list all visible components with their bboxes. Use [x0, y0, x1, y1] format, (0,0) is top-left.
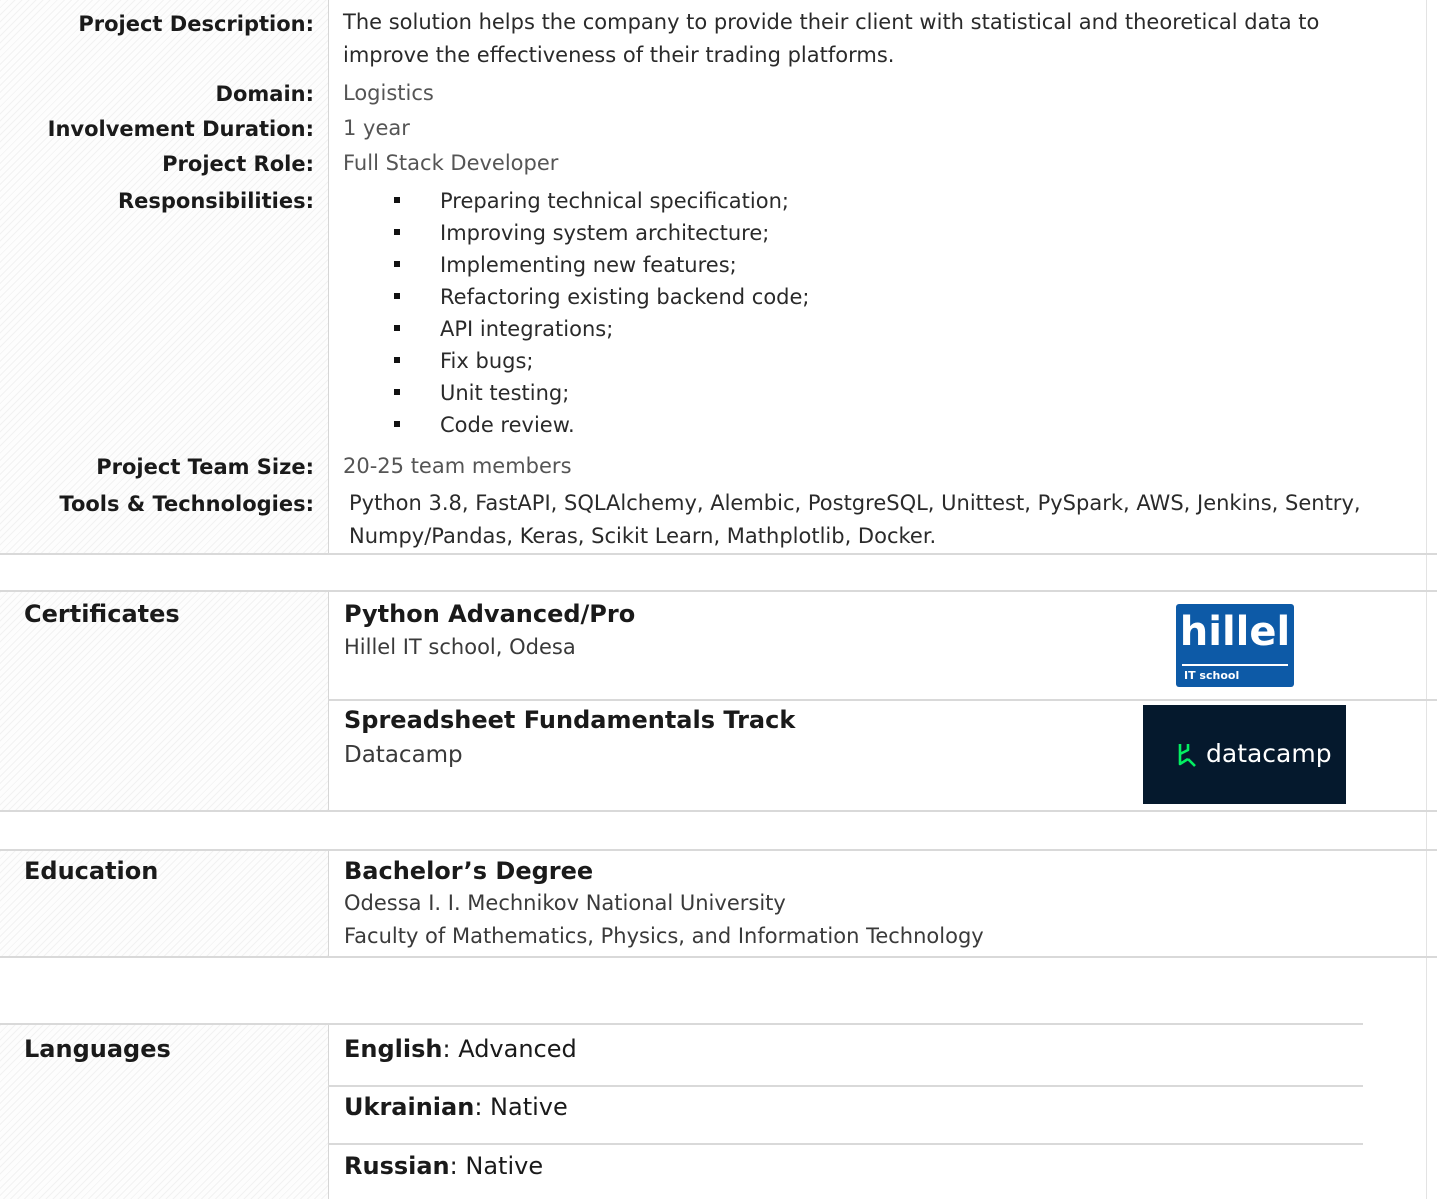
language-separator: [328, 1085, 1363, 1087]
language-item: English: Advanced: [344, 1033, 577, 1065]
language-name: Russian: [344, 1152, 450, 1180]
certificate-separator: [328, 699, 1437, 701]
language-level: : Native: [474, 1093, 568, 1121]
project-description-label: Project Description:: [78, 12, 314, 36]
degree-title: Bachelor’s Degree: [344, 857, 594, 885]
list-item: Fix bugs;: [394, 345, 810, 377]
hillel-logo: hillel IT school: [1176, 604, 1294, 687]
involvement-duration-value: 1 year: [343, 116, 410, 140]
project-role-value: Full Stack Developer: [343, 151, 559, 175]
education-title: Education: [24, 857, 159, 885]
tools-technologies-value: Python 3.8, FastAPI, SQLAlchemy, Alembic…: [349, 491, 1361, 548]
project-role-label: Project Role:: [162, 152, 314, 176]
language-level: : Advanced: [442, 1035, 577, 1063]
list-item: Refactoring existing backend code;: [394, 281, 810, 313]
datacamp-logo: datacamp: [1143, 705, 1346, 804]
language-level: : Native: [449, 1152, 544, 1180]
certificate-name: Spreadsheet Fundamentals Track: [344, 706, 796, 734]
bullet-icon: [394, 293, 400, 299]
bullet-icon: [394, 197, 400, 203]
bullet-icon: [394, 229, 400, 235]
certificate-name: Python Advanced/Pro: [344, 600, 636, 628]
certificate-item: Spreadsheet Fundamentals Track Datacamp: [344, 704, 795, 774]
project-team-size-value: 20-25 team members: [343, 454, 572, 478]
certificates-title: Certificates: [24, 600, 180, 628]
language-name: Ukrainian: [344, 1093, 475, 1121]
domain-value: Logistics: [343, 81, 434, 105]
list-item: Preparing technical specification;: [394, 185, 810, 217]
language-separator: [328, 1143, 1363, 1145]
project-description-value: The solution helps the company to provid…: [343, 10, 1320, 67]
hillel-logo-rule: [1182, 664, 1288, 666]
list-item: Improving system architecture;: [394, 217, 810, 249]
project-divider: [328, 0, 329, 553]
language-item: Russian: Native: [344, 1150, 543, 1182]
tools-technologies-label: Tools & Technologies:: [59, 492, 314, 516]
certificates-divider: [328, 592, 329, 811]
involvement-duration-label: Involvement Duration:: [47, 117, 314, 141]
certificate-issuer: Hillel IT school, Odesa: [344, 635, 576, 659]
education-entry: Bachelor’s Degree Odessa I. I. Mechnikov…: [344, 855, 984, 953]
list-item: Code review.: [394, 409, 810, 441]
language-item: Ukrainian: Native: [344, 1091, 568, 1123]
university-name: Odessa I. I. Mechnikov National Universi…: [344, 891, 786, 915]
certificates-bottom-rule: [0, 810, 1437, 812]
faculty-name: Faculty of Mathematics, Physics, and Inf…: [344, 924, 984, 948]
responsibilities-label: Responsibilities:: [117, 189, 314, 213]
datacamp-logo-text: datacamp: [1206, 739, 1332, 768]
languages-divider: [328, 1025, 329, 1199]
project-bottom-rule: [0, 553, 1437, 555]
bullet-icon: [394, 261, 400, 267]
hillel-logo-text: hillel: [1179, 609, 1291, 655]
datacamp-mark-icon: [1178, 744, 1196, 767]
certificate-issuer: Datacamp: [344, 742, 463, 768]
bullet-icon: [394, 421, 400, 427]
right-border: [1426, 0, 1427, 1199]
list-item: Unit testing;: [394, 377, 810, 409]
bullet-icon: [394, 325, 400, 331]
domain-label: Domain:: [215, 82, 314, 106]
education-divider: [328, 851, 329, 957]
bullet-icon: [394, 389, 400, 395]
education-bottom-rule: [0, 956, 1437, 958]
hillel-logo-subtext: IT school: [1184, 669, 1240, 682]
certificate-item: Python Advanced/Pro Hillel IT school, Od…: [344, 598, 635, 664]
list-item: Implementing new features;: [394, 249, 810, 281]
languages-title: Languages: [24, 1035, 171, 1063]
responsibilities-list: Preparing technical specification; Impro…: [394, 185, 810, 441]
language-name: English: [344, 1035, 443, 1063]
bullet-icon: [394, 357, 400, 363]
list-item: API integrations;: [394, 313, 810, 345]
project-team-size-label: Project Team Size:: [96, 455, 314, 479]
